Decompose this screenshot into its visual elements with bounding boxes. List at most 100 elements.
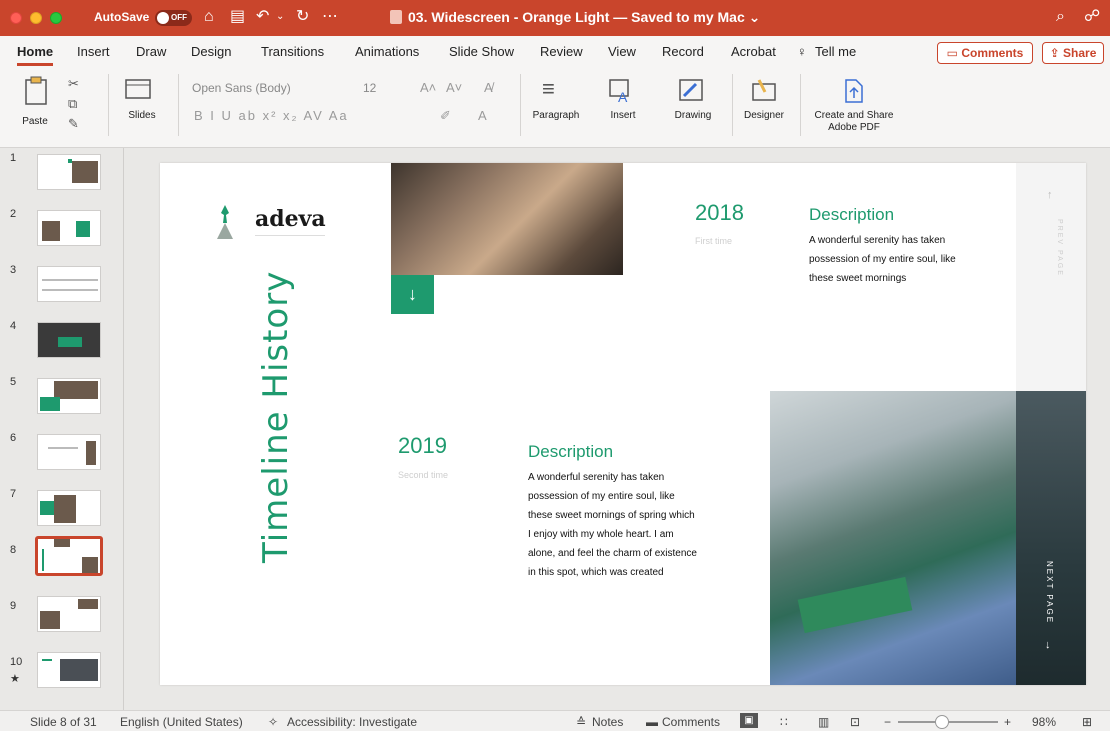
ribbon-separator: [800, 74, 801, 136]
share-button[interactable]: ⇪ Share: [1042, 42, 1104, 64]
clipboard-icon: [25, 76, 47, 105]
tab-slide-show[interactable]: Slide Show: [449, 44, 514, 59]
zoom-in-button[interactable]: +: [1004, 715, 1011, 729]
accessibility-status[interactable]: Accessibility: Investigate: [287, 715, 417, 729]
ribbon-separator: [108, 74, 109, 136]
paragraph-button[interactable]: ≡ Paragraph: [528, 76, 584, 136]
slide-thumbnail-5[interactable]: [37, 378, 101, 414]
slideshow-view-icon[interactable]: ⊡: [850, 715, 860, 729]
tab-view[interactable]: View: [608, 44, 636, 59]
logo-text: adeva: [255, 206, 326, 232]
tab-draw[interactable]: Draw: [136, 44, 166, 59]
font-color-icon[interactable]: A: [478, 108, 487, 123]
undo-dropdown-icon[interactable]: ⌄: [276, 8, 284, 26]
tab-transitions[interactable]: Transitions: [261, 44, 324, 59]
description-heading-2: Description: [528, 442, 614, 461]
thumb-number: 2: [10, 208, 17, 220]
insert-button[interactable]: A Insert: [600, 76, 646, 136]
normal-view-icon[interactable]: ▣: [740, 713, 758, 728]
slide-sorter-icon[interactable]: ∷: [780, 715, 788, 729]
comments-status-button[interactable]: Comments: [662, 715, 720, 729]
status-bar: Slide 8 of 31 English (United States) ✧ …: [0, 710, 1110, 731]
description-body-2: A wonderful serenity has taken possessio…: [528, 472, 697, 578]
designer-button[interactable]: Designer: [738, 76, 790, 136]
arrow-down-small-icon: ↓: [1045, 639, 1051, 651]
collaborate-icon[interactable]: ☍: [1084, 8, 1100, 26]
clear-format-icon[interactable]: A̸: [484, 80, 493, 95]
tab-record[interactable]: Record: [662, 44, 704, 59]
zoom-slider-knob[interactable]: [935, 715, 949, 729]
zoom-level[interactable]: 98%: [1032, 715, 1056, 729]
thumb-number: 6: [10, 432, 17, 444]
undo-icon[interactable]: ↶: [256, 8, 269, 26]
zoom-out-button[interactable]: −: [884, 715, 891, 729]
zoom-window-button[interactable]: [50, 12, 62, 24]
slide-thumbnail-1[interactable]: [37, 154, 101, 190]
thumb-number: 10: [10, 656, 23, 668]
slide-thumbnail-7[interactable]: [37, 490, 101, 526]
animation-star-icon: ★: [10, 673, 20, 685]
document-title[interactable]: 03. Widescreen - Orange Light — Saved to…: [390, 9, 760, 26]
new-slide-icon: [125, 79, 151, 99]
slide-canvas[interactable]: adeva Timeline History ↓ 2018 First time…: [160, 163, 1086, 685]
thumb-number: 1: [10, 152, 17, 164]
drawing-icon: [679, 79, 703, 101]
highlight-icon[interactable]: ✐: [440, 108, 451, 124]
slide-thumbnail-9[interactable]: [37, 596, 101, 632]
tab-animations[interactable]: Animations: [355, 44, 419, 59]
tab-acrobat[interactable]: Acrobat: [731, 44, 776, 59]
arrow-up-icon: ↑: [1047, 189, 1053, 201]
notes-icon: ≙: [576, 715, 587, 729]
close-window-button[interactable]: [10, 12, 22, 24]
save-icon[interactable]: ▤: [230, 8, 245, 26]
home-icon[interactable]: ⌂: [204, 8, 214, 26]
autosave-toggle[interactable]: OFF: [155, 10, 192, 26]
cut-icon[interactable]: ✂: [68, 76, 79, 92]
paragraph-icon: ≡: [542, 76, 555, 101]
format-icons-row[interactable]: B I U ab x² x₂ AV Aa: [194, 108, 349, 123]
prev-page-strip[interactable]: ↑ PREV PAGE: [1016, 163, 1086, 391]
logo-underline: [255, 235, 325, 236]
tab-home[interactable]: Home: [17, 44, 54, 66]
notes-button[interactable]: Notes: [592, 715, 623, 729]
ribbon-separator: [520, 74, 521, 136]
search-icon[interactable]: ⌕: [1056, 8, 1065, 26]
grow-font-icon[interactable]: A˄: [420, 80, 436, 95]
tab-insert[interactable]: Insert: [77, 44, 110, 59]
shrink-font-icon[interactable]: A˅: [446, 80, 462, 95]
copy-icon[interactable]: ⧉: [68, 96, 77, 112]
slides-button[interactable]: Slides: [122, 76, 162, 136]
year-2018-subtitle: First time: [695, 236, 732, 246]
format-painter-icon[interactable]: ✎: [68, 116, 79, 132]
fit-to-window-icon[interactable]: ⊞: [1082, 715, 1092, 729]
prev-page-label: PREV PAGE: [1056, 219, 1063, 277]
font-name-select[interactable]: Open Sans (Body): [188, 78, 358, 98]
create-share-pdf-button[interactable]: Create and Share Adobe PDF: [806, 76, 902, 142]
lightbulb-icon: ♀: [797, 44, 807, 59]
slide-thumbnail-2[interactable]: [37, 210, 101, 246]
slide-thumbnail-8[interactable]: [35, 536, 103, 576]
comment-icon: ▭: [946, 46, 962, 60]
people-reading-photo: [770, 391, 1016, 685]
tab-review[interactable]: Review: [540, 44, 583, 59]
slide-thumbnail-10[interactable]: [37, 652, 101, 688]
slide-thumbnail-3[interactable]: [37, 266, 101, 302]
redo-icon[interactable]: ↻: [296, 8, 309, 26]
minimize-window-button[interactable]: [30, 12, 42, 24]
next-page-strip[interactable]: NEXT PAGE ↓: [1016, 391, 1086, 685]
slide-thumbnail-6[interactable]: [37, 434, 101, 470]
tab-tell-me[interactable]: Tell me: [815, 44, 856, 59]
font-size-select[interactable]: 12: [363, 78, 413, 98]
logo-icon: [217, 205, 233, 239]
more-icon[interactable]: ⋯: [322, 8, 338, 26]
drawing-button[interactable]: Drawing: [668, 76, 718, 136]
slide-thumbnail-4[interactable]: [37, 322, 101, 358]
description-heading-1: Description: [809, 205, 895, 224]
reading-view-icon[interactable]: ▥: [818, 715, 829, 729]
comments-button[interactable]: ▭ Comments: [937, 42, 1033, 64]
paste-button[interactable]: Paste: [20, 74, 50, 134]
tab-design[interactable]: Design: [191, 44, 231, 59]
language-indicator[interactable]: English (United States): [120, 715, 243, 729]
slide-counter: Slide 8 of 31: [30, 715, 97, 729]
year-2019-subtitle: Second time: [398, 470, 449, 480]
